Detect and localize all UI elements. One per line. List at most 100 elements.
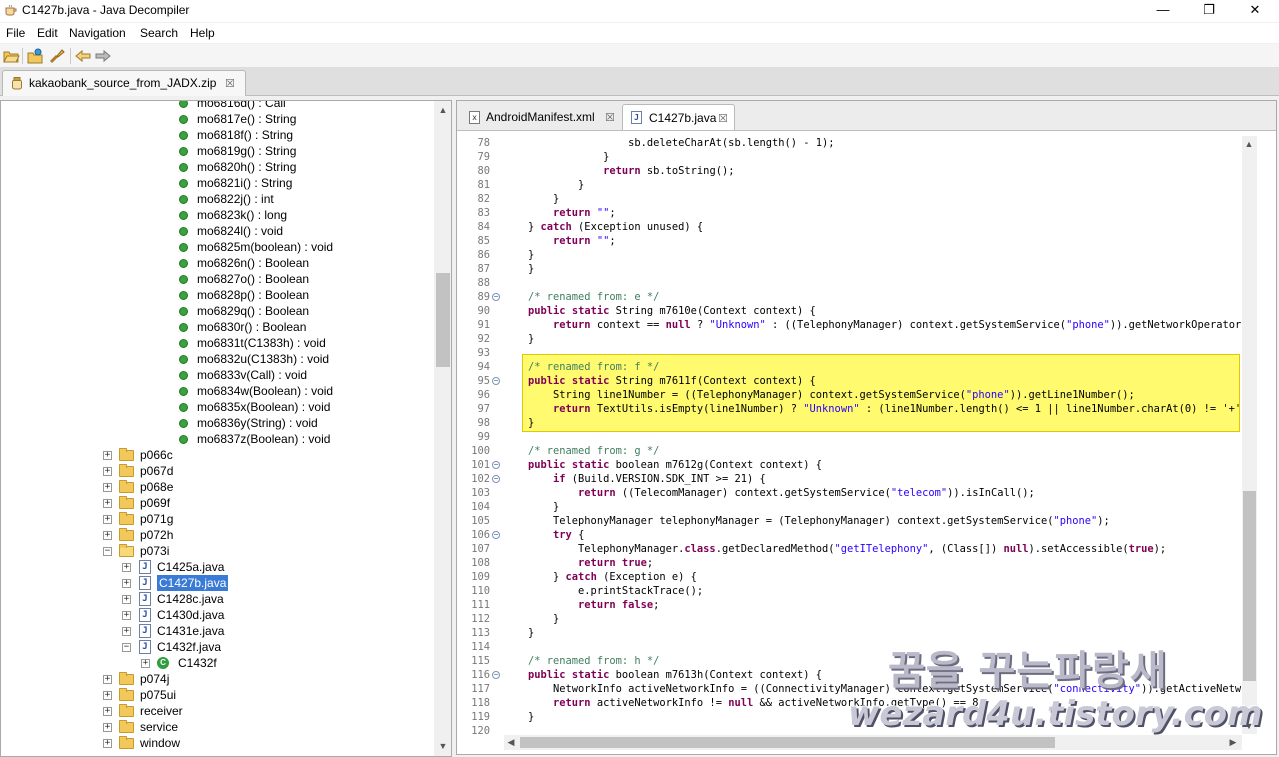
method-label: mo6819g() : String — [197, 144, 297, 158]
tree-method-item[interactable]: mo6828p() : Boolean — [1, 287, 431, 303]
expand-icon[interactable]: + — [141, 659, 150, 668]
fold-toggle-icon[interactable]: − — [492, 671, 500, 679]
expand-icon[interactable]: + — [103, 451, 112, 460]
expand-icon[interactable]: + — [122, 611, 131, 620]
tree-method-item[interactable]: mo6830r() : Boolean — [1, 319, 431, 335]
close-tab-icon[interactable]: ☒ — [225, 77, 235, 90]
editor-vertical-scrollbar[interactable]: ▲ ▼ — [1242, 136, 1257, 734]
tree-method-item[interactable]: mo6827o() : Boolean — [1, 271, 431, 287]
expand-icon[interactable]: + — [122, 627, 131, 636]
expand-icon[interactable]: + — [103, 691, 112, 700]
tree-method-item[interactable]: mo6825m(boolean) : void — [1, 239, 431, 255]
tree-package-item[interactable]: + receiver — [1, 703, 431, 719]
tree-package-item[interactable]: + window — [1, 735, 431, 751]
tree-vertical-scrollbar[interactable]: ▲ ▼ — [434, 101, 451, 756]
tree-method-item[interactable]: mo6821i() : String — [1, 175, 431, 191]
tree-method-item[interactable]: mo6823k() : long — [1, 207, 431, 223]
expand-icon[interactable]: + — [122, 563, 131, 572]
tree-file-item[interactable]: + J C1425a.java — [1, 559, 431, 575]
scroll-down-arrow-icon[interactable]: ▼ — [436, 741, 450, 751]
scroll-up-arrow-icon[interactable]: ▲ — [1242, 139, 1256, 149]
fold-toggle-icon[interactable]: − — [492, 475, 500, 483]
tree-file-item-selected[interactable]: + J C1427b.java — [1, 575, 431, 591]
tree-file-item[interactable]: − J C1432f.java — [1, 639, 431, 655]
open-type-icon[interactable] — [26, 47, 44, 65]
tree-scroll-thumb[interactable] — [436, 273, 450, 367]
tree-method-item[interactable]: mo6818f() : String — [1, 127, 431, 143]
fold-toggle-icon[interactable]: − — [492, 377, 500, 385]
code-line: 105 TelephonyManager telephonyManager = … — [459, 514, 1241, 528]
forward-arrow-icon[interactable] — [94, 47, 112, 65]
tree-package-item-open[interactable]: − p073i — [1, 543, 431, 559]
close-tab-icon[interactable]: ☒ — [605, 111, 615, 124]
expand-icon[interactable]: + — [103, 467, 112, 476]
scroll-left-arrow-icon[interactable]: ◀ — [504, 737, 518, 748]
expand-icon[interactable]: + — [122, 579, 131, 588]
tree-method-item[interactable]: mo6834w(Boolean) : void — [1, 383, 431, 399]
menu-edit[interactable]: Edit — [37, 26, 58, 40]
tree-method-item[interactable]: mo6833v(Call) : void — [1, 367, 431, 383]
tree-package-item[interactable]: + p071g — [1, 511, 431, 527]
editor-hscroll-thumb[interactable] — [520, 737, 1055, 748]
tree-package-item[interactable]: + p069f — [1, 495, 431, 511]
tree-package-item[interactable]: + p074j — [1, 671, 431, 687]
tab-androidmanifest[interactable]: x AndroidManifest.xml ☒ — [461, 104, 621, 130]
tree-method-item[interactable]: mo6832u(C1383h) : void — [1, 351, 431, 367]
tree-method-item[interactable]: mo6831t(C1383h) : void — [1, 335, 431, 351]
tree-package-item[interactable]: + p068e — [1, 479, 431, 495]
tree-method-item[interactable]: mo6837z(Boolean) : void — [1, 431, 431, 447]
menu-help[interactable]: Help — [190, 26, 215, 40]
menu-navigation[interactable]: Navigation — [69, 26, 126, 40]
expand-icon[interactable]: + — [103, 739, 112, 748]
menu-file[interactable]: File — [6, 26, 25, 40]
expand-icon[interactable]: + — [103, 675, 112, 684]
tree-package-item[interactable]: + service — [1, 719, 431, 735]
tree-method-item[interactable]: mo6824l() : void — [1, 223, 431, 239]
menu-search[interactable]: Search — [140, 26, 178, 40]
fold-toggle-icon[interactable]: − — [492, 531, 500, 539]
expand-icon[interactable]: + — [103, 483, 112, 492]
expand-icon[interactable]: + — [103, 515, 112, 524]
tree-method-item[interactable]: mo6826n() : Boolean — [1, 255, 431, 271]
expand-icon[interactable]: + — [103, 499, 112, 508]
expand-icon[interactable]: + — [103, 723, 112, 732]
minimize-button[interactable]: — — [1140, 0, 1186, 22]
close-tab-icon[interactable]: ☒ — [718, 112, 728, 125]
tab-c1427b-java[interactable]: J C1427b.java ☒ — [622, 104, 735, 130]
tree-package-item[interactable]: + p075ui — [1, 687, 431, 703]
tree-method-item[interactable]: mo6822j() : int — [1, 191, 431, 207]
expand-icon[interactable]: + — [122, 595, 131, 604]
expand-icon[interactable]: + — [103, 531, 112, 540]
tree-method-item[interactable]: mo6835x(Boolean) : void — [1, 399, 431, 415]
fold-toggle-icon[interactable]: − — [492, 461, 500, 469]
maximize-button[interactable]: ❐ — [1186, 0, 1232, 22]
tree-method-item[interactable]: mo6829q() : Boolean — [1, 303, 431, 319]
tree-method-item[interactable]: mo6816d() : Call — [1, 101, 431, 111]
collapse-icon[interactable]: − — [103, 547, 112, 556]
archive-tab[interactable]: kakaobank_source_from_JADX.zip ☒ — [2, 70, 246, 96]
tree-package-item[interactable]: + p066c — [1, 447, 431, 463]
scroll-right-arrow-icon[interactable]: ▶ — [1226, 737, 1240, 748]
collapse-icon[interactable]: − — [122, 643, 131, 652]
tree-method-item[interactable]: mo6817e() : String — [1, 111, 431, 127]
fold-toggle-icon[interactable]: − — [492, 293, 500, 301]
editor-horizontal-scrollbar[interactable]: ◀ ▶ — [504, 735, 1242, 750]
open-file-icon[interactable] — [2, 47, 20, 65]
code-text: return context == null ? "Unknown" : ((T… — [553, 319, 1241, 331]
tree-method-item[interactable]: mo6819g() : String — [1, 143, 431, 159]
tree-file-item[interactable]: + J C1430d.java — [1, 607, 431, 623]
close-window-button[interactable]: ✕ — [1232, 0, 1278, 22]
tree-file-item[interactable]: + J C1428c.java — [1, 591, 431, 607]
expand-icon[interactable]: + — [103, 707, 112, 716]
tree-package-item[interactable]: + p067d — [1, 463, 431, 479]
editor-scroll-thumb[interactable] — [1243, 491, 1256, 681]
tree-method-item[interactable]: mo6836y(String) : void — [1, 415, 431, 431]
tree-method-item[interactable]: mo6820h() : String — [1, 159, 431, 175]
back-arrow-icon[interactable] — [74, 47, 92, 65]
scroll-up-arrow-icon[interactable]: ▲ — [436, 105, 450, 115]
tree-class-item[interactable]: + C C1432f — [1, 655, 431, 671]
tree-package-item[interactable]: + p072h — [1, 527, 431, 543]
tree-file-item[interactable]: + J C1431e.java — [1, 623, 431, 639]
search-icon[interactable] — [48, 47, 66, 65]
file-label: C1432f.java — [157, 640, 222, 654]
